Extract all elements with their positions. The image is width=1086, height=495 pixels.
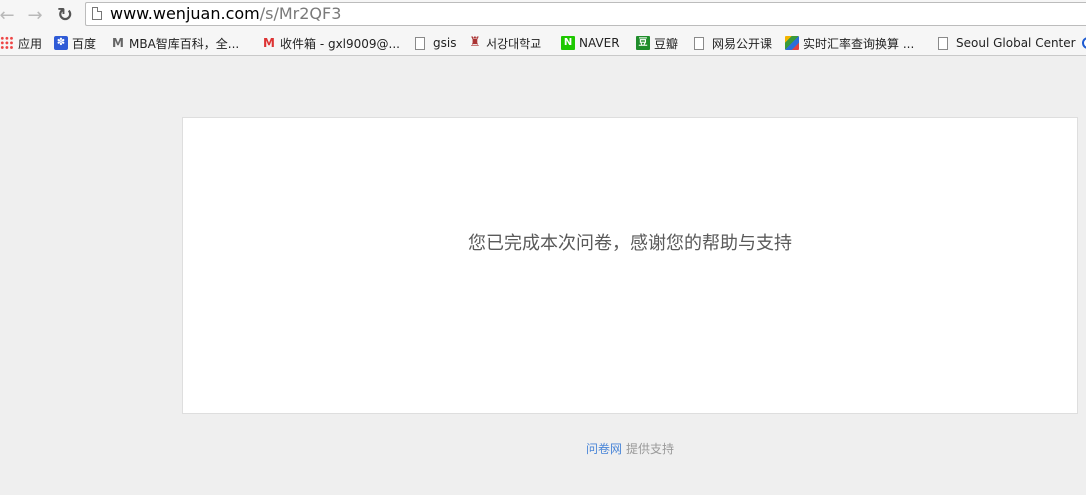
bookmark-gmail[interactable]: M 收件箱 - gxl9009@... — [262, 33, 400, 53]
gmail-icon: M — [263, 36, 275, 50]
bookmark-globe[interactable] — [1082, 33, 1086, 53]
address-bar[interactable]: www.wenjuan.com/s/Mr2QF3 — [85, 2, 1086, 26]
completion-message: 您已完成本次问卷，感谢您的帮助与支持 — [468, 233, 792, 254]
completion-card: 您已完成本次问卷，感谢您的帮助与支持 — [182, 117, 1078, 414]
url-host: www.wenjuan.com — [110, 4, 260, 23]
reload-icon[interactable]: ↻ — [54, 4, 76, 26]
bookmark-baidu[interactable]: ✽ 百度 — [54, 33, 96, 53]
page-icon — [92, 7, 102, 20]
exchange-rate-icon — [785, 36, 799, 50]
bookmark-label: NAVER — [579, 36, 620, 50]
bookmark-label: gsis — [433, 36, 457, 50]
bookmark-label: 收件箱 - gxl9009@... — [280, 36, 400, 51]
url-text[interactable]: www.wenjuan.com/s/Mr2QF3 — [110, 4, 341, 24]
bookmark-label: 实时汇率查询换算 ... — [803, 36, 915, 51]
bookmark-label: 서강대학교 — [486, 36, 542, 51]
bookmark-label: Seoul Global Center — [956, 36, 1076, 50]
bookmark-exchange-rate[interactable]: 实时汇率查询换算 ... — [785, 33, 914, 53]
wenjuan-brand-link[interactable]: 问卷网 — [586, 442, 622, 456]
bookmark-163-open-course[interactable]: 网易公开课 — [692, 33, 772, 53]
bookmarks-bar: 应用 ✽ 百度 M MBA智库百科，全... M 收件箱 - gxl9009@.… — [0, 30, 1086, 56]
bookmark-gsis[interactable]: gsis — [413, 33, 456, 53]
page-icon — [415, 36, 425, 50]
url-path: /s/Mr2QF3 — [259, 4, 342, 23]
powered-by-footer: 问卷网 提供支持 — [182, 440, 1078, 457]
bookmark-label: 应用 — [18, 36, 43, 51]
browser-toolbar: ← → ↻ www.wenjuan.com/s/Mr2QF3 — [0, 0, 1086, 30]
back-arrow-icon[interactable]: ← — [0, 4, 18, 26]
bookmark-apps[interactable]: 应用 — [0, 33, 42, 53]
forward-arrow-icon[interactable]: → — [24, 4, 46, 26]
powered-by-text: 提供支持 — [626, 442, 675, 456]
naver-n-icon: N — [561, 36, 575, 50]
bookmark-sogang[interactable]: ♜ 서강대학교 — [468, 33, 541, 53]
page-icon — [694, 36, 704, 50]
apps-grid-icon — [0, 36, 14, 50]
douban-icon: 豆 — [636, 36, 650, 50]
sogang-shield-icon: ♜ — [469, 35, 481, 50]
globe-icon — [1082, 37, 1086, 49]
bookmark-douban[interactable]: 豆 豆瓣 — [636, 33, 678, 53]
page-icon — [938, 36, 948, 50]
mba-logo-icon: M — [112, 36, 124, 50]
bookmark-label: MBA智库百科，全... — [129, 36, 240, 51]
bookmark-label: 网易公开课 — [712, 36, 773, 51]
bookmark-seoul-global-center[interactable]: Seoul Global Center — [936, 33, 1076, 53]
bookmark-naver[interactable]: N NAVER — [561, 33, 620, 53]
bookmark-label: 豆瓣 — [654, 36, 679, 51]
bookmark-mba[interactable]: M MBA智库百科，全... — [111, 33, 239, 53]
bookmark-label: 百度 — [72, 36, 97, 51]
baidu-paw-icon: ✽ — [54, 36, 68, 50]
